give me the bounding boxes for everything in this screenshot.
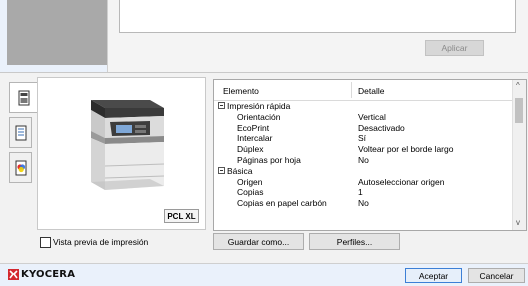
color-tab-icon xyxy=(15,160,26,175)
collapse-icon[interactable] xyxy=(218,166,225,174)
column-header-detail[interactable]: Detalle xyxy=(358,86,384,96)
kyocera-logo-icon xyxy=(8,268,19,280)
row-value: Sí xyxy=(358,133,367,144)
row-label: Intercalar xyxy=(237,133,273,144)
row-label: Páginas por hoja xyxy=(237,155,301,165)
scroll-up-icon[interactable]: ^ xyxy=(516,82,520,90)
table-row[interactable]: Intercalar Sí xyxy=(214,133,512,144)
row-value: Desactivado xyxy=(358,122,405,133)
table-header: Elemento Detalle xyxy=(214,80,512,101)
row-label: Origen xyxy=(237,176,263,187)
row-label: Copias en papel carbón xyxy=(237,198,327,209)
collapse-icon[interactable] xyxy=(218,102,225,109)
print-preview-label[interactable]: Vista previa de impresión xyxy=(53,237,148,247)
apply-button[interactable]: Aplicar xyxy=(425,40,484,56)
printer-tab-icon xyxy=(18,90,29,105)
brand-name: KYOCERA xyxy=(21,268,76,280)
printer-preview xyxy=(37,77,206,230)
table-row[interactable]: Copias 1 xyxy=(214,187,512,198)
scroll-down-icon[interactable]: v xyxy=(516,219,520,227)
row-value: Autoseleccionar origen xyxy=(358,176,445,187)
profiles-button[interactable]: Perfiles... xyxy=(309,233,400,250)
row-value: 1 xyxy=(358,187,363,198)
column-header-element[interactable]: Elemento xyxy=(223,86,259,96)
table-row[interactable]: Origen Autoseleccionar origen xyxy=(214,177,512,188)
cancel-button[interactable]: Cancelar xyxy=(468,268,525,283)
row-value: Voltear por el borde largo xyxy=(358,144,454,155)
accept-button[interactable]: Aceptar xyxy=(405,268,462,283)
tab-color[interactable] xyxy=(9,152,32,183)
row-value: Vertical xyxy=(358,111,386,122)
table-row[interactable]: EcoPrint Desactivado xyxy=(214,123,512,134)
row-label: Copias xyxy=(237,187,264,198)
table-group-row[interactable]: Impresión rápida xyxy=(214,101,512,112)
settings-table[interactable]: Elemento Detalle Impresión rápida Orienta… xyxy=(213,79,527,231)
table-row[interactable]: Dúplex Voltear por el borde largo xyxy=(214,144,512,155)
row-label: Impresión rápida xyxy=(227,101,291,111)
row-value: No xyxy=(358,155,369,165)
pcl-xl-badge: PCL XL xyxy=(164,209,199,223)
printer-image xyxy=(91,100,165,190)
row-label: Dúplex xyxy=(237,144,264,155)
settings-content-box xyxy=(119,0,516,33)
table-row[interactable]: Orientación Vertical xyxy=(214,112,512,123)
row-label: Orientación xyxy=(237,111,281,122)
table-group-row[interactable]: Básica xyxy=(214,166,512,177)
print-preview-checkbox[interactable] xyxy=(40,237,51,248)
table-row[interactable]: Páginas por hoja No xyxy=(214,155,512,166)
tab-document[interactable] xyxy=(9,117,32,148)
row-value: No xyxy=(358,198,369,209)
scroll-thumb[interactable] xyxy=(515,98,523,123)
kyocera-logo: KYOCERA xyxy=(8,268,75,280)
tab-printer[interactable] xyxy=(9,82,37,113)
table-row[interactable]: Copias en papel carbón No xyxy=(214,198,512,209)
save-as-button[interactable]: Guardar como... xyxy=(213,233,304,250)
row-label: EcoPrint xyxy=(237,122,270,133)
row-label: Básica xyxy=(227,165,253,176)
document-tab-icon xyxy=(15,125,26,140)
vertical-scrollbar[interactable]: ^ v xyxy=(512,80,526,230)
gray-preview-block xyxy=(7,0,107,65)
